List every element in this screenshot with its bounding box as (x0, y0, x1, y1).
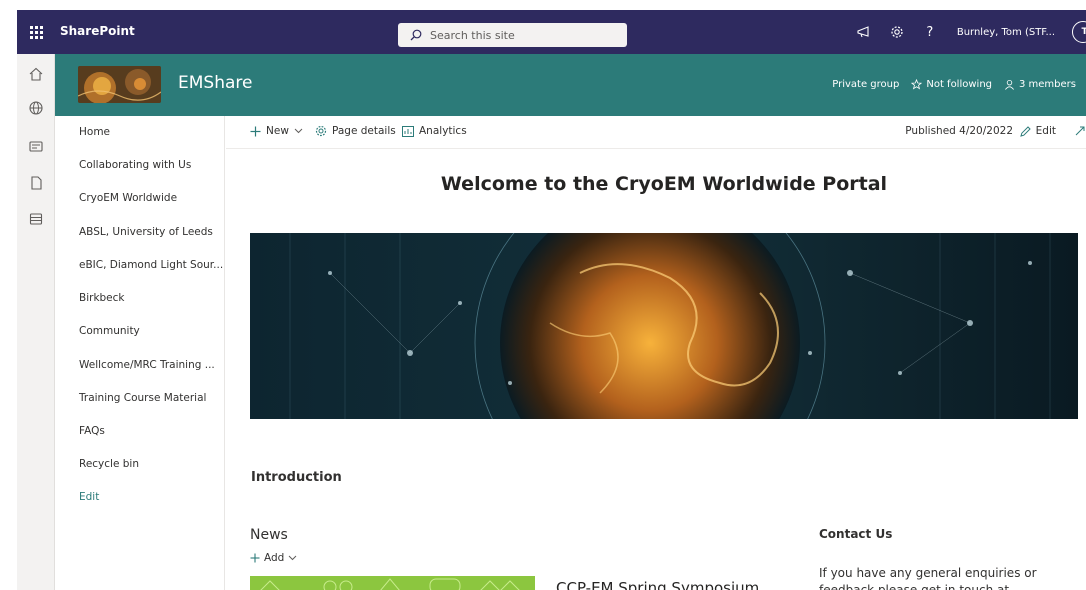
plus-icon (250, 553, 260, 563)
page-title: Welcome to the CryoEM Worldwide Portal (440, 173, 888, 195)
add-news-button[interactable]: Add (250, 552, 297, 564)
file-icon[interactable] (28, 175, 44, 191)
app-rail (17, 54, 55, 590)
site-header: EMShare Private group Not following 3 me… (55, 54, 1086, 116)
plus-icon (250, 126, 261, 136)
globe-icon[interactable] (28, 100, 44, 116)
search-box[interactable]: Search this site (398, 23, 627, 47)
nav-item-training-material[interactable]: Training Course Material (79, 392, 206, 404)
site-logo[interactable] (78, 66, 161, 103)
nav-item-ebic[interactable]: eBIC, Diamond Light Sour... (79, 259, 223, 271)
search-icon (410, 29, 422, 41)
nav-item-birkbeck[interactable]: Birkbeck (79, 292, 125, 304)
members-label: 3 members (1019, 79, 1076, 90)
site-title[interactable]: EMShare (178, 73, 252, 93)
app-name[interactable]: SharePoint (60, 24, 135, 38)
nav-item-home[interactable]: Home (79, 126, 110, 138)
chevron-down-icon (288, 555, 297, 561)
published-status: Published 4/20/2022 (905, 125, 1013, 137)
analytics-button[interactable]: Analytics (402, 125, 467, 137)
nav-item-collaborating[interactable]: Collaborating with Us (79, 159, 191, 171)
new-button[interactable]: New (250, 125, 303, 137)
list-icon[interactable] (28, 211, 44, 227)
news-item-title[interactable]: CCP-EM Spring Symposium (556, 579, 759, 590)
new-label: New (266, 125, 289, 137)
search-input[interactable]: Search this site (430, 29, 515, 42)
nav-item-wellcome[interactable]: Wellcome/MRC Training ... (79, 359, 215, 371)
edit-page-button[interactable]: Edit (1019, 125, 1056, 137)
avatar[interactable]: TI (1072, 21, 1086, 43)
pencil-icon (1019, 125, 1031, 137)
megaphone-icon[interactable] (856, 24, 872, 40)
follow-label: Not following (926, 79, 992, 90)
nav-item-recycle-bin[interactable]: Recycle bin (79, 458, 139, 470)
page-details-button[interactable]: Page details (315, 125, 396, 137)
contact-heading: Contact Us (819, 527, 893, 541)
star-icon (911, 79, 923, 90)
news-icon[interactable] (28, 138, 44, 154)
user-name[interactable]: Burnley, Tom (STF... (957, 27, 1055, 38)
person-icon (1005, 79, 1014, 90)
introduction-heading: Introduction (251, 470, 342, 485)
command-bar: New Page details Analytics Published 4/2… (226, 116, 1086, 149)
home-icon[interactable] (28, 66, 44, 82)
top-strip (0, 0, 1086, 10)
suite-bar: SharePoint Search this site ? Burnley, T… (17, 10, 1086, 54)
chevron-down-icon (294, 128, 303, 134)
members-button[interactable]: 3 members (1004, 79, 1076, 90)
waffle-icon (29, 25, 43, 39)
app-launcher-button[interactable] (17, 10, 55, 54)
gear-icon (315, 125, 327, 137)
add-label: Add (264, 552, 285, 564)
privacy-label: Private group (832, 79, 900, 90)
expand-icon[interactable] (1074, 125, 1086, 137)
news-heading: News (250, 527, 288, 543)
news-thumbnail[interactable] (250, 576, 535, 590)
nav-item-absl[interactable]: ABSL, University of Leeds (79, 226, 213, 238)
hero-image (250, 233, 1078, 419)
nav-item-faqs[interactable]: FAQs (79, 425, 105, 437)
left-navigation: Home Collaborating with Us CryoEM Worldw… (55, 116, 225, 590)
nav-edit-link[interactable]: Edit (79, 491, 99, 503)
help-icon[interactable]: ? (922, 24, 938, 40)
nav-item-cryoem-worldwide[interactable]: CryoEM Worldwide (79, 192, 177, 204)
gear-icon[interactable] (889, 24, 905, 40)
edit-label: Edit (1035, 125, 1056, 137)
page-details-label: Page details (332, 125, 396, 137)
analytics-label: Analytics (419, 125, 467, 137)
analytics-icon (402, 125, 414, 137)
contact-text: If you have any general enquiries or fee… (819, 566, 1037, 590)
nav-item-community[interactable]: Community (79, 325, 140, 337)
follow-button[interactable]: Not following (911, 79, 992, 90)
